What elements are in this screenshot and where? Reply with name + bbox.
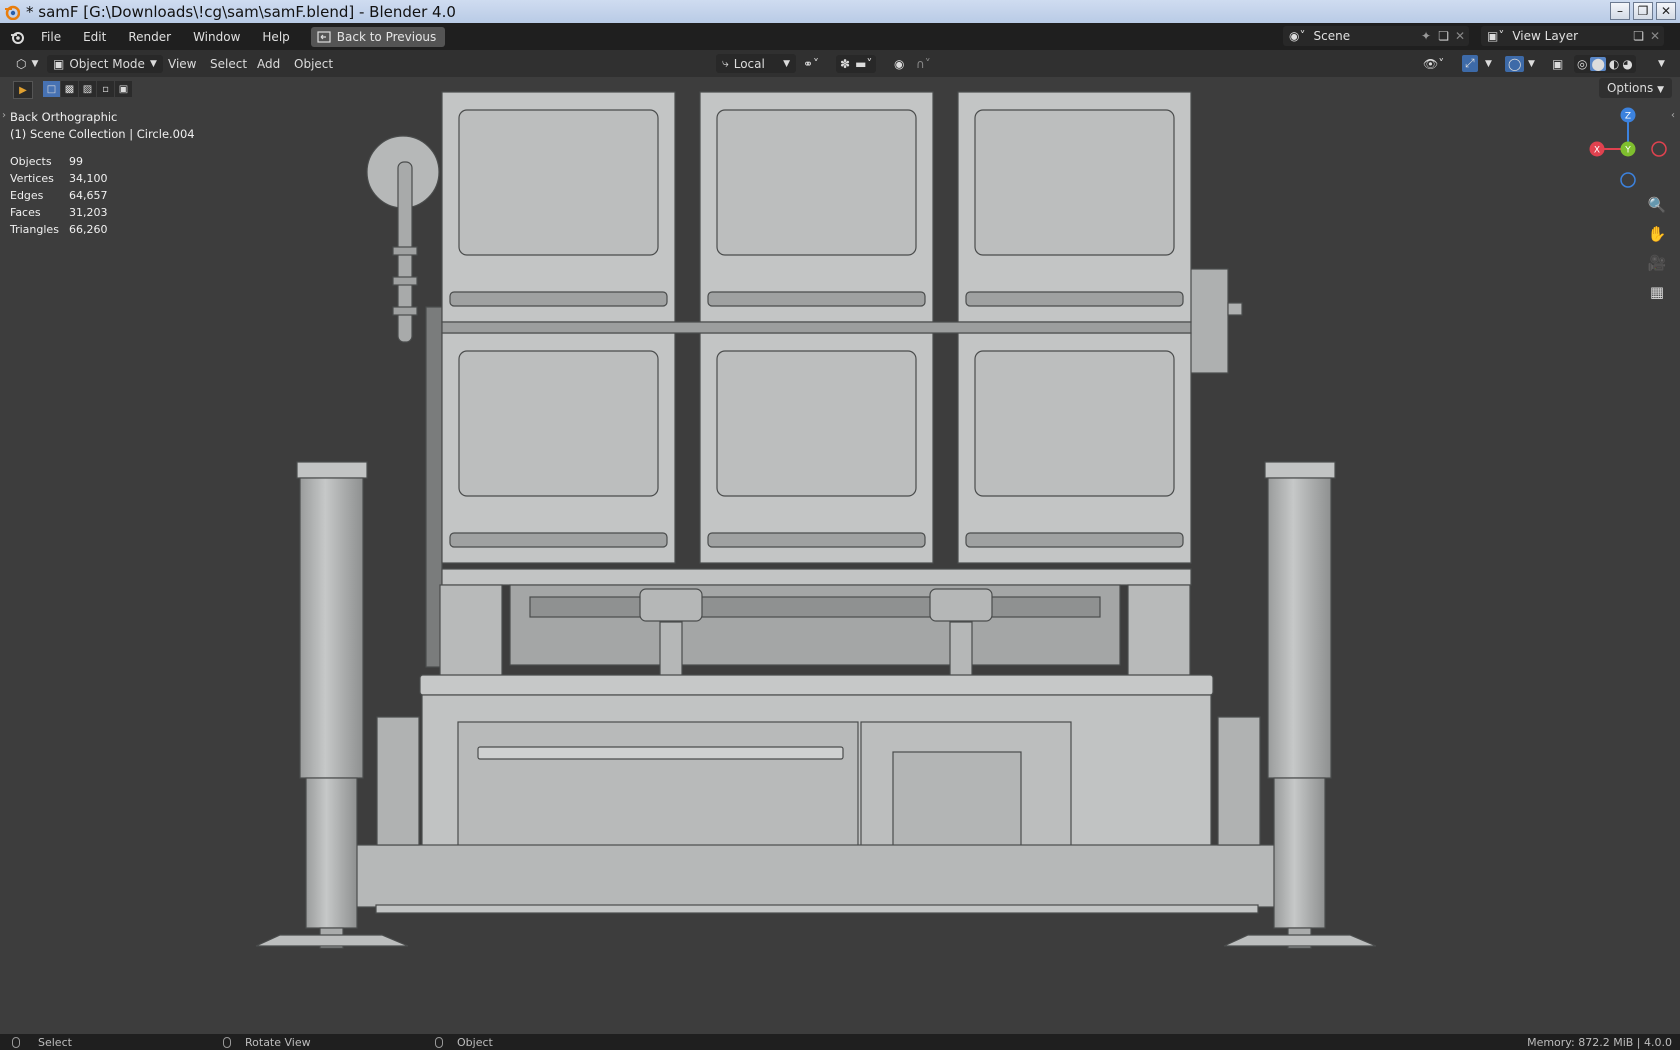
header-menu-view[interactable]: View [168,57,196,71]
back-to-previous-button[interactable]: Back to Previous [310,26,446,47]
pan-hand-icon[interactable]: ✋ [1644,221,1670,247]
status-select: Select [38,1035,72,1049]
remove-view-layer-icon[interactable]: ✕ [1650,29,1660,43]
axis-x-label: X [1594,146,1600,156]
pin-icon[interactable]: ✦ [1421,29,1431,43]
status-object: Object [457,1035,493,1049]
scene-icon: ◉˅ [1289,29,1306,43]
header-menu-add[interactable]: Add [257,57,280,71]
navigation-gizmo[interactable]: Z X Y [1583,104,1673,194]
blender-logo-icon [5,5,20,20]
window-title: * samF [G:\Downloads\!cg\sam\samF.blend]… [26,2,456,21]
editor-type-selector[interactable]: ⬡ ▼ [10,54,45,73]
new-view-layer-icon[interactable]: ❏ [1633,29,1644,43]
axis-neg-z-icon[interactable] [1620,172,1636,188]
xray-icon[interactable]: ▣ [1552,57,1563,71]
memory-info: Memory: 872.2 MiB | 4.0.0 [1527,1035,1672,1049]
snap-target-icon[interactable]: ▬˅ [855,57,872,71]
3d-model[interactable] [0,77,1680,1034]
menu-window[interactable]: Window [182,30,251,44]
axis-neg-x-icon[interactable] [1651,141,1667,157]
chevron-down-icon: ▼ [149,58,157,69]
rendered-shading-icon[interactable]: ◕ [1622,57,1632,71]
overlays-toggle-icon[interactable]: ◯ [1505,55,1525,72]
new-scene-icon[interactable]: ❏ [1438,29,1449,43]
header-menu-object[interactable]: Object [294,57,333,71]
3d-viewport-icon: ⬡ [16,56,27,71]
scene-selector[interactable]: ◉˅ Scene ✦ ❏ ✕ [1283,26,1469,46]
toggle-ortho-grid-icon[interactable]: ▦ [1644,279,1670,305]
proportional-editing-icon[interactable]: ◉ [894,57,904,71]
transform-orientation-selector[interactable]: ⤷ Local ▼ [716,54,796,73]
status-bar: Select Rotate View Object Memory: 872.2 … [0,1034,1680,1050]
axis-z-label: Z [1625,112,1631,122]
snap-icon[interactable]: ✽ [840,57,850,71]
local-orientation-icon: ⤷ [722,56,729,70]
camera-view-icon[interactable]: 🎥 [1644,250,1670,276]
3d-viewport[interactable]: ▶ □ ▩ ▨ ▫ ▣ Options ▼ Back Orthographic … [0,77,1680,1034]
object-mode-icon: ▣ [53,56,65,71]
shading-modes: ◎ ⬤ ◐ ◕ [1574,54,1636,73]
back-to-previous-label: Back to Previous [336,29,437,44]
shading-dropdown-icon[interactable]: ▼ [1658,59,1665,69]
window-titlebar: * samF [G:\Downloads\!cg\sam\samF.blend]… [0,0,1680,23]
menu-edit[interactable]: Edit [72,30,117,44]
axis-y-label: Y [1624,146,1631,156]
menu-help[interactable]: Help [251,30,300,44]
mode-selector[interactable]: ▣ Object Mode ▼ [47,54,163,73]
maximize-button[interactable]: ❐ [1633,2,1653,20]
header-menu-select[interactable]: Select [210,57,247,71]
scene-name: Scene [1313,29,1351,43]
view-layer-selector[interactable]: ▣˅ View Layer ❏ ✕ [1481,26,1664,46]
view-layer-name: View Layer [1512,29,1579,43]
solid-shading-icon[interactable]: ⬤ [1590,56,1606,71]
mouse-middle-icon [223,1036,231,1048]
overlays-dropdown-icon[interactable]: ▼ [1528,59,1535,69]
blender-menu-icon[interactable] [7,29,27,45]
mouse-right-icon [435,1036,443,1048]
transform-orientation-label: Local [733,56,765,71]
toolbar-toggle-icon[interactable]: › [2,110,6,121]
sidebar-toggle-icon[interactable]: ‹ [1671,110,1675,121]
pivot-point-icon[interactable]: ⚭˅ [803,57,819,71]
status-rotate: Rotate View [245,1035,311,1049]
top-menubar: File Edit Render Window Help Back to Pre… [0,23,1680,50]
material-shading-icon[interactable]: ◐ [1609,57,1619,71]
viewport-header: ⬡ ▼ ▣ Object Mode ▼ View Select Add Objec… [0,50,1680,77]
chevron-down-icon: ▼ [783,58,790,69]
visibility-icon[interactable]: 👁˅ [1423,57,1444,71]
falloff-icon[interactable]: ∩˅ [916,57,931,71]
mouse-left-icon [12,1036,20,1048]
remove-scene-icon[interactable]: ✕ [1455,29,1465,43]
screen-back-icon [317,30,331,43]
view-layer-icon: ▣˅ [1487,29,1505,43]
zoom-icon[interactable]: 🔍 [1644,192,1670,218]
close-button[interactable]: ✕ [1656,2,1676,20]
mode-label: Object Mode [69,56,145,71]
wireframe-shading-icon[interactable]: ◎ [1577,57,1587,71]
snap-group[interactable]: ✽ ▬˅ [836,54,877,73]
gizmo-dropdown-icon[interactable]: ▼ [1485,59,1492,69]
menu-render[interactable]: Render [117,30,182,44]
menu-file[interactable]: File [30,30,72,44]
gizmo-toggle-icon[interactable]: ⤢ [1462,55,1478,72]
minimize-button[interactable]: – [1610,2,1630,20]
